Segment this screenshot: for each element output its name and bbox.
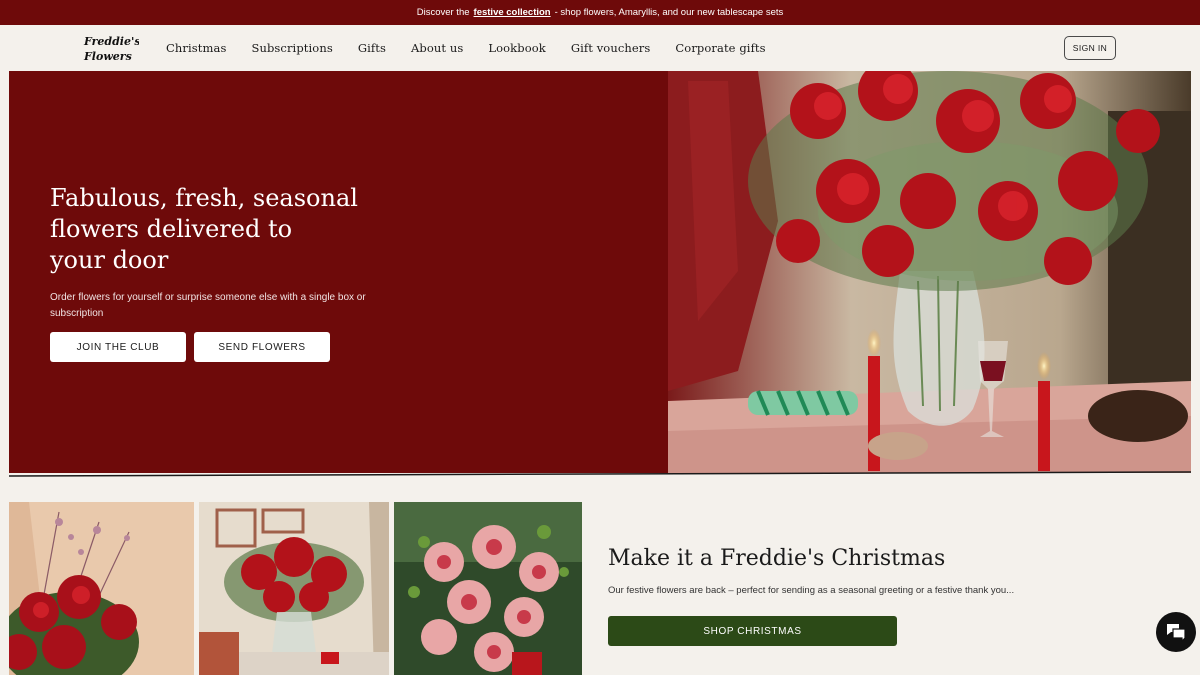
hero-photo-amaryllis-table (668, 71, 1191, 473)
announcement-bar: Discover the festive collection - shop f… (0, 0, 1200, 25)
christmas-feature: Make it a Freddie's Christmas Our festiv… (608, 546, 1048, 596)
hero-divider (9, 470, 1191, 477)
announcement-prefix: Discover the (416, 7, 470, 18)
shop-christmas-button[interactable]: SHOP CHRISTMAS (608, 616, 897, 646)
hero-banner: Fabulous, fresh, seasonal flowers delive… (9, 71, 1191, 473)
nav-christmas[interactable]: Christmas (166, 41, 226, 55)
product-image-red-bouquet[interactable] (9, 502, 194, 675)
announcement-suffix: - shop flowers, Amaryllis, and our new t… (554, 7, 784, 18)
nav-corporate-gifts[interactable]: Corporate gifts (675, 41, 765, 55)
svg-text:Flowers: Flowers (83, 50, 132, 63)
hero-title: Fabulous, fresh, seasonal flowers delive… (50, 184, 358, 274)
sign-in-button[interactable]: SIGN IN (1064, 36, 1116, 60)
nav-lookbook[interactable]: Lookbook (488, 41, 545, 55)
chat-icon (1167, 624, 1186, 642)
nav-subscriptions[interactable]: Subscriptions (251, 41, 332, 55)
main-nav: Freddie's Flowers Christmas Subscription… (0, 25, 1200, 71)
feature-title: Make it a Freddie's Christmas (608, 546, 946, 571)
nav-gift-vouchers[interactable]: Gift vouchers (571, 41, 651, 55)
product-image-amaryllis-vase[interactable] (199, 502, 389, 675)
join-the-club-button[interactable]: JOIN THE CLUB (50, 332, 186, 362)
feature-subtitle: Our festive flowers are back – perfect f… (608, 585, 1015, 596)
nav-about-us[interactable]: About us (411, 41, 463, 55)
freddies-flowers-logo[interactable]: Freddie's Flowers (83, 33, 139, 63)
hero-text: Fabulous, fresh, seasonal flowers delive… (50, 183, 370, 322)
send-flowers-button[interactable]: SEND FLOWERS (194, 332, 330, 362)
nav-gifts[interactable]: Gifts (358, 41, 386, 55)
nav-links: Christmas Subscriptions Gifts About us L… (166, 25, 766, 71)
hero-buttons: JOIN THE CLUB SEND FLOWERS (50, 332, 330, 362)
product-image-pink-lilies[interactable] (394, 502, 582, 675)
svg-text:Freddie's: Freddie's (83, 35, 139, 48)
chat-button[interactable] (1156, 612, 1196, 652)
festive-collection-link[interactable]: festive collection (474, 7, 551, 18)
hero-subtitle: Order flowers for yourself or surprise s… (50, 292, 366, 319)
